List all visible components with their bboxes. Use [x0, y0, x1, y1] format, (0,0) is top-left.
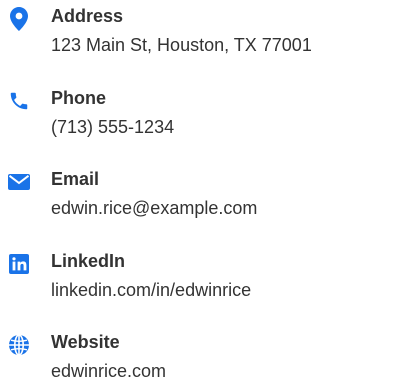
linkedin-icon	[7, 252, 31, 276]
contact-label: Address	[51, 6, 124, 26]
contact-item-address: Address 123 Main St, Houston, TX 77001	[0, 0, 394, 70]
envelope-icon	[7, 170, 31, 194]
phone-icon	[7, 89, 31, 113]
contact-label: Email	[51, 169, 100, 189]
contact-value[interactable]: edwin.rice@example.com	[51, 196, 257, 220]
globe-icon	[7, 333, 31, 357]
contact-value[interactable]: linkedin.com/in/edwinrice	[51, 278, 251, 302]
contact-value[interactable]: edwinrice.com	[51, 359, 166, 383]
contact-item-email: Email edwin.rice@example.com	[0, 163, 394, 233]
contact-value[interactable]: (713) 555-1234	[51, 115, 174, 139]
map-marker-icon	[7, 7, 31, 31]
contact-label: Website	[51, 332, 120, 352]
contact-label: LinkedIn	[51, 251, 126, 271]
contact-list: Address 123 Main St, Houston, TX 77001 P…	[0, 0, 394, 386]
contact-item-website: Website edwinrice.com	[0, 326, 394, 386]
contact-label: Phone	[51, 88, 107, 108]
contact-item-phone: Phone (713) 555-1234	[0, 82, 394, 152]
contact-item-linkedin: LinkedIn linkedin.com/in/edwinrice	[0, 245, 394, 315]
contact-value: 123 Main St, Houston, TX 77001	[51, 35, 312, 55]
